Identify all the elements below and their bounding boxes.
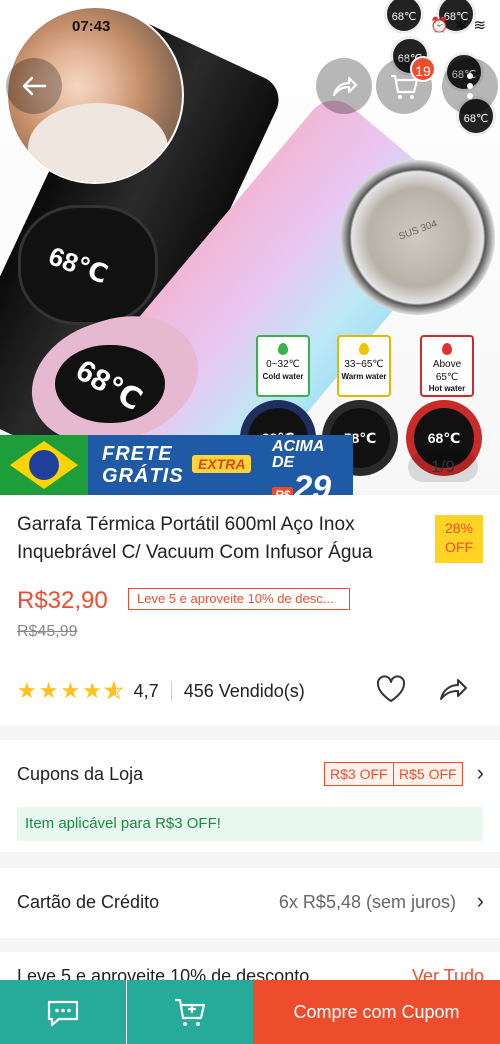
wifi-icon: ≋ [473,17,486,34]
frete-gratis-text: FRETE GRÁTIS [102,443,184,487]
product-title: Garrafa Térmica Portátil 600ml Aço Inox … [17,514,373,563]
rating-value: 4,7 [133,680,159,701]
back-button[interactable] [6,58,62,114]
free-shipping-banner: FRETE GRÁTIS EXTRA ACIMA DE R$29 [0,435,353,495]
brazil-flag-icon [0,435,88,495]
sold-count: 456 Vendido(s) [183,680,305,701]
star-icon: ★ [17,678,37,703]
add-cart-icon [175,998,206,1026]
hot-water-badge: Above 65℃ Hot water [420,335,474,397]
coupon-applicable-note: Item aplicável para R$3 OFF! [17,807,483,841]
more-button[interactable] [442,58,498,114]
drop-icon [442,343,452,355]
cart-count-badge: 19 [410,56,436,82]
credit-card-label: Cartão de Crédito [17,892,160,912]
product-image-carousel[interactable]: 68℃ 68℃ SUS 304 0~32℃ Cold water 33~65℃ … [0,0,500,495]
discount-badge: 28% OFF [435,515,483,563]
status-icons: ⏰ ✱ ≋ [430,16,486,34]
share-icon [440,679,467,700]
bluetooth-icon: ✱ [454,17,468,34]
image-counter: 1/9 [408,452,478,482]
cold-water-badge: 0~32℃ Cold water [256,335,310,397]
chat-button[interactable] [0,980,126,1044]
heart-icon [376,675,406,702]
warm-water-badge: 33~65℃ Warm water [337,335,391,397]
chevron-right-icon: › [476,760,484,785]
extra-tag: EXTRA [192,455,252,473]
rating-stars: ★ ★ ★ ★ ★ [17,678,124,704]
bundle-promo-chip[interactable]: Leve 5 e aproveite 10% de desc... [128,588,350,610]
rating-row[interactable]: ★ ★ ★ ★ ★ 4,7 456 Vendido(s) [17,678,305,704]
coupon-chip[interactable]: R$5 OFF [393,762,463,786]
share-icon [332,76,358,97]
credit-card-row[interactable]: Cartão de Crédito 6x R$5,48 (sem juros) … [0,868,500,938]
steel-lid-image [340,160,495,315]
buy-with-coupon-button[interactable]: Compre com Cupom [253,980,500,1044]
alarm-icon: ⏰ [430,17,449,34]
share-button[interactable] [316,58,372,114]
divider [170,681,172,701]
status-time: 07:43 [72,18,111,35]
bundle-offer-row[interactable]: Leve 5 e aproveite 10% de desconto Ver T… [0,952,500,982]
favorite-button[interactable] [374,672,408,706]
arrow-left-icon [22,76,47,96]
store-coupons-section[interactable]: Cupons da Loja R$3 OFF R$5 OFF › Item ap… [0,740,500,852]
chat-icon [47,1000,79,1027]
bottom-action-bar: Compre com Cupom [0,980,500,1044]
drop-icon [278,343,288,355]
status-bar: 07:43 ⏰ ✱ ≋ [0,14,500,40]
acima-de-value: ACIMA DE R$29 [272,439,331,495]
star-half-icon: ★ [103,678,124,704]
installment-value: 6x R$5,48 (sem juros) [278,892,456,912]
star-icon: ★ [82,678,102,703]
add-to-cart-button[interactable] [127,980,253,1044]
coupon-chip[interactable]: R$3 OFF [324,762,394,786]
star-icon: ★ [60,678,81,703]
share-product-button[interactable] [436,672,470,706]
old-price: R$45,99 [17,623,78,640]
coupons-label: Cupons da Loja [17,764,144,784]
product-info: Garrafa Térmica Portátil 600ml Aço Inox … [0,495,500,725]
drop-icon [359,343,369,355]
more-vertical-icon [467,73,473,99]
chevron-right-icon: › [476,888,484,913]
cart-button[interactable]: 19 [376,56,436,114]
star-icon: ★ [38,678,59,703]
price: R$32,90 [17,587,108,614]
